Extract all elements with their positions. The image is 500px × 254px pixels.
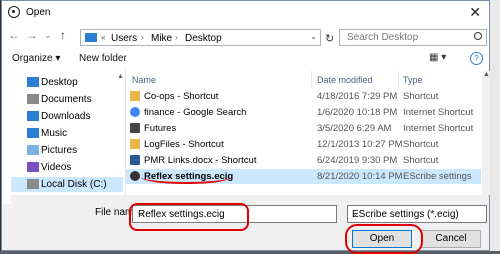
sidebar-item-downloads[interactable]: Downloads: [11, 109, 123, 124]
file-name: PMR Links.docx - Shortcut: [144, 155, 257, 166]
file-type: Internet Shortcut: [403, 107, 474, 118]
file-name: Futures: [144, 123, 177, 134]
videos-icon: [27, 162, 39, 172]
column-header-date[interactable]: Date modified: [317, 75, 373, 85]
chevron-right-icon: ›: [141, 33, 144, 42]
address-bar[interactable]: « Users › Mike › Desktop ⌄: [80, 29, 321, 46]
disk-icon: [27, 179, 39, 189]
file-type-dropdown-icon[interactable]: ⌄: [352, 209, 483, 218]
column-divider[interactable]: [398, 71, 399, 87]
file-row[interactable]: Futures 3/5/2020 6:29 AM Internet Shortcut: [126, 121, 481, 136]
file-name: Co-ops - Shortcut: [144, 91, 219, 102]
search-placeholder: Search Desktop: [347, 32, 419, 43]
google-icon: [130, 107, 140, 117]
sidebar-item-local-disk-c[interactable]: Local Disk (C:): [11, 177, 123, 192]
app-icon: [8, 6, 20, 18]
sidebar-scroll-up-icon[interactable]: ▲: [117, 73, 124, 80]
file-type: EScribe settings: [403, 171, 472, 182]
search-input[interactable]: Search Desktop: [339, 29, 487, 46]
sidebar-item-pictures[interactable]: Pictures: [11, 143, 123, 158]
navigation-bar: ← → ⌄ ↑ « Users › Mike › Desktop ⌄ ↻ Sea…: [2, 25, 489, 47]
desktop-icon: [27, 77, 39, 87]
file-name: LogFiles - Shortcut: [144, 139, 224, 150]
folder-shortcut-icon: [130, 139, 140, 149]
file-date: 6/24/2019 9:30 PM: [317, 155, 398, 166]
doc-shortcut-icon: [130, 155, 140, 165]
horizontal-scrollbar[interactable]: [11, 195, 489, 204]
column-header-type[interactable]: Type: [403, 75, 423, 85]
sidebar-item-desktop[interactable]: Desktop: [11, 75, 123, 90]
close-icon[interactable]: ✕: [469, 4, 481, 21]
documents-icon: [27, 94, 39, 104]
address-dropdown-icon[interactable]: ⌄: [310, 32, 317, 41]
pictures-icon: [27, 145, 39, 155]
column-divider[interactable]: [311, 71, 312, 87]
title-bar: Open ✕: [2, 1, 489, 25]
help-icon[interactable]: ?: [470, 52, 483, 65]
file-name: finance - Google Search: [144, 107, 247, 118]
downloads-icon: [27, 111, 39, 121]
file-row[interactable]: LogFiles - Shortcut 12/1/2013 10:27 PM Sho…: [126, 137, 481, 152]
search-icon: [474, 32, 482, 40]
window-title: Open: [26, 7, 51, 18]
file-name-field[interactable]: Reflex settings.ecig ⌄: [132, 205, 337, 223]
new-folder-button[interactable]: New folder: [79, 53, 127, 64]
recent-locations-chevron-icon[interactable]: ⌄: [44, 30, 52, 41]
sidebar-item-label: Music: [41, 128, 68, 139]
open-button[interactable]: Open: [352, 230, 412, 248]
forward-arrow-icon[interactable]: →: [26, 28, 38, 42]
file-date: 12/1/2013 10:27 PM: [317, 139, 403, 150]
navigation-pane: Desktop Documents Downloads Music Pictures Vi…: [11, 73, 123, 195]
chevron-right-icon: ›: [175, 33, 178, 42]
column-header-name[interactable]: Name: [132, 75, 156, 85]
file-date: 4/18/2016 7:29 PM: [317, 91, 398, 102]
column-headers: Name Date modified Type: [126, 71, 481, 87]
cancel-button[interactable]: Cancel: [421, 230, 481, 248]
folder-icon: [85, 33, 97, 42]
file-type: Shortcut: [403, 155, 439, 166]
sidebar-item-label: Local Disk (C:): [41, 179, 107, 190]
open-dialog: Open ✕ ← → ⌄ ↑ « Users › Mike › Desktop …: [1, 0, 490, 254]
file-date: 3/5/2020 6:29 AM: [317, 123, 392, 134]
file-row[interactable]: PMR Links.docx - Shortcut 6/24/2019 9:30 …: [126, 153, 481, 168]
sidebar-item-label: Downloads: [41, 111, 91, 122]
sidebar-item-label: Desktop: [41, 77, 78, 88]
file-type: Internet Shortcut: [403, 123, 474, 134]
organize-button[interactable]: Organize ▾: [12, 53, 60, 64]
file-type-select[interactable]: EScribe settings (*.ecig) ⌄: [347, 205, 487, 223]
background-right: [490, 0, 500, 251]
breadcrumb-mike[interactable]: Mike: [151, 33, 172, 44]
music-icon: [27, 128, 39, 138]
file-type: Shortcut: [403, 139, 439, 150]
refresh-icon[interactable]: ↻: [325, 32, 334, 45]
file-date: 8/21/2020 10:14 PM: [317, 171, 403, 182]
sidebar-item-label: Documents: [41, 94, 92, 105]
toolbar: Organize ▾ New folder ▦ ▾ ?: [2, 49, 489, 69]
file-list-scrollbar[interactable]: ▲: [482, 71, 490, 195]
web-icon: [130, 123, 140, 133]
up-arrow-icon[interactable]: ↑: [60, 28, 66, 42]
escribe-icon: [130, 171, 140, 181]
view-options-icon[interactable]: ▦ ▾: [429, 52, 446, 63]
breadcrumb-desktop[interactable]: Desktop: [185, 33, 222, 44]
breadcrumb-users[interactable]: Users: [111, 33, 137, 44]
back-arrow-icon[interactable]: ←: [8, 28, 20, 42]
file-row[interactable]: Reflex settings.ecig 8/21/2020 10:14 PM ES…: [126, 169, 481, 184]
file-row[interactable]: finance - Google Search 1/6/2020 10:18 PM…: [126, 105, 481, 120]
folder-shortcut-icon: [130, 91, 140, 101]
file-row[interactable]: Co-ops - Shortcut 4/18/2016 7:29 PM Shortc…: [126, 89, 481, 104]
footer-area: File name: Reflex settings.ecig ⌄ EScrib…: [2, 204, 489, 250]
file-date: 1/6/2020 10:18 PM: [317, 107, 398, 118]
chevron-icon: «: [101, 33, 106, 42]
file-name-dropdown-icon[interactable]: ⌄: [138, 209, 333, 218]
sidebar-item-documents[interactable]: Documents: [11, 92, 123, 107]
sidebar-item-music[interactable]: Music: [11, 126, 123, 141]
scroll-up-icon[interactable]: ▲: [483, 71, 490, 78]
file-type: Shortcut: [403, 91, 439, 102]
sidebar-item-videos[interactable]: Videos: [11, 160, 123, 175]
file-name: Reflex settings.ecig: [144, 171, 234, 182]
sidebar-item-label: Videos: [41, 162, 72, 173]
sidebar-item-label: Pictures: [41, 145, 78, 156]
